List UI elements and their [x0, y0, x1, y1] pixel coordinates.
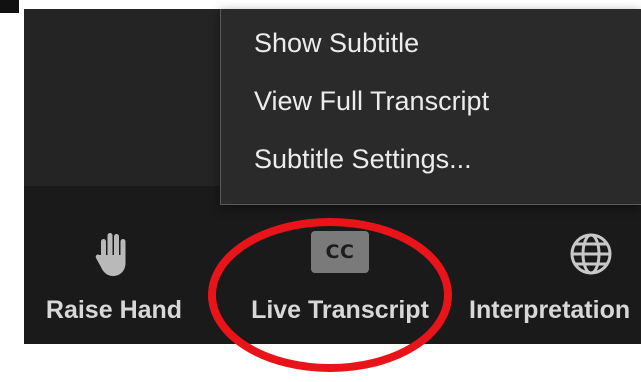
raise-hand-label: Raise Hand [45, 296, 183, 324]
live-transcript-label: Live Transcript [251, 296, 429, 324]
cc-icon-text: CC [311, 231, 369, 273]
interpretation-label: Interpretation [469, 296, 631, 324]
window-corner [0, 0, 19, 13]
raise-hand-button[interactable]: Raise Hand [24, 186, 204, 344]
menu-item-show-subtitle[interactable]: Show Subtitle [254, 21, 419, 65]
hand-icon [94, 231, 134, 282]
zoom-meeting-window: Raise Hand CC Live Transcript Interpreta… [0, 0, 641, 382]
globe-icon [568, 231, 614, 282]
live-transcript-menu: Show Subtitle View Full Transcript Subti… [220, 9, 641, 205]
menu-item-subtitle-settings[interactable]: Subtitle Settings... [254, 137, 472, 181]
live-transcript-button[interactable]: CC Live Transcript [230, 186, 450, 344]
meeting-toolbar: Raise Hand CC Live Transcript Interpreta… [24, 186, 641, 344]
interpretation-button[interactable]: Interpretation [461, 186, 641, 344]
cc-icon: CC [311, 231, 369, 273]
menu-item-view-full-transcript[interactable]: View Full Transcript [254, 79, 489, 123]
